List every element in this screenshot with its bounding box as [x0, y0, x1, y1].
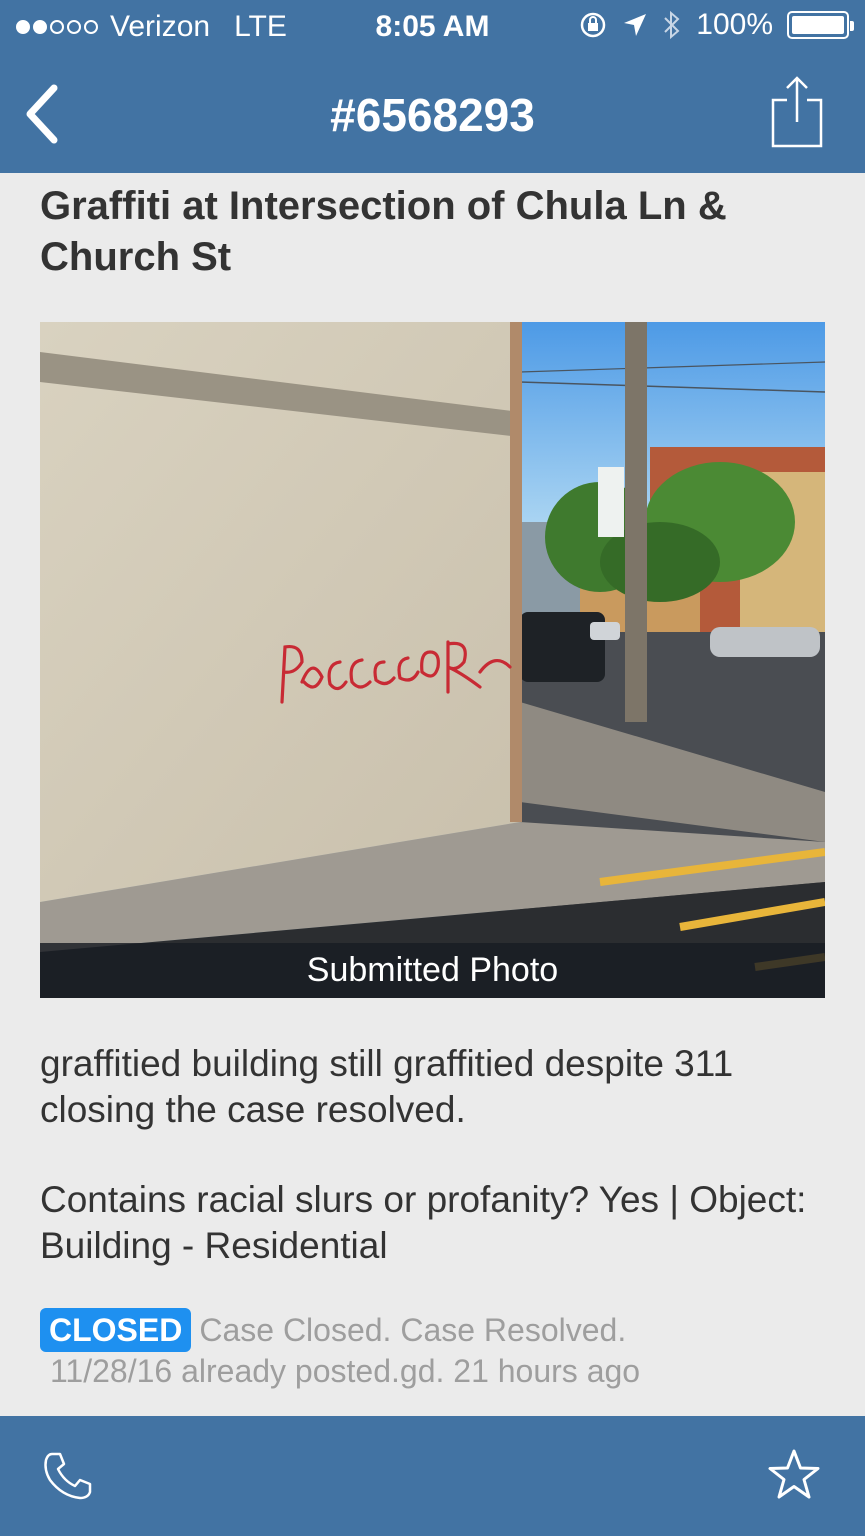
report-description: graffitied building still graffitied des… — [40, 1043, 734, 1130]
status-bar: Verizon LTE 8:05 AM 100% — [0, 0, 865, 56]
location-arrow-icon — [624, 14, 647, 36]
case-status: CLOSED Case Closed. Case Resolved. — [40, 1308, 840, 1352]
report-detail: Graffiti at Intersection of Chula Ln & C… — [0, 173, 865, 1416]
navigation-bar: #6568293 — [0, 56, 865, 173]
report-title: Graffiti at Intersection of Chula Ln & C… — [40, 184, 727, 279]
favorite-button[interactable] — [767, 1448, 821, 1502]
battery-percent: 100% — [696, 8, 773, 41]
photo-scene-image — [40, 322, 825, 998]
status-text: Case Closed. Case Resolved. — [199, 1312, 627, 1348]
top-bar: Verizon LTE 8:05 AM 100% #6568293 — [0, 0, 865, 173]
status-badge: CLOSED — [40, 1308, 192, 1352]
case-number-title: #6568293 — [330, 89, 535, 141]
status-date: 11/28/16 already posted.gd. 21 hours ago — [50, 1353, 641, 1389]
phone-icon — [44, 1452, 92, 1500]
share-button[interactable] — [769, 74, 825, 148]
battery-icon — [787, 11, 854, 39]
bluetooth-icon — [664, 10, 680, 40]
report-attributes: Contains racial slurs or profanity? Yes … — [40, 1179, 807, 1266]
photo-caption: Submitted Photo — [40, 943, 825, 998]
bottom-toolbar — [0, 1416, 865, 1536]
status-right: 100% — [578, 8, 854, 42]
call-button[interactable] — [42, 1450, 94, 1502]
orientation-lock-icon — [581, 12, 606, 38]
share-icon — [771, 76, 823, 148]
submitted-photo[interactable]: Submitted Photo — [40, 322, 825, 998]
star-icon — [768, 1449, 820, 1499]
